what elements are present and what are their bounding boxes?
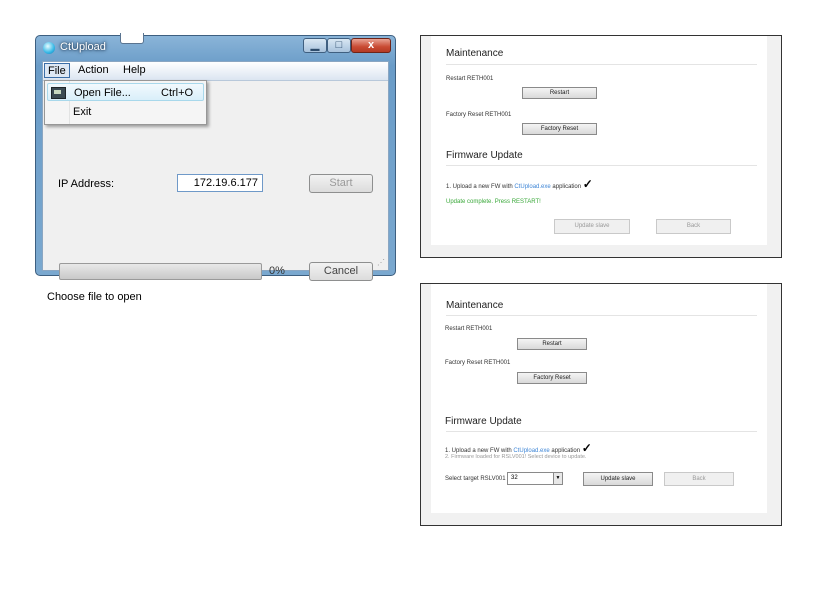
upload-prefix: 1. Upload a new FW with	[446, 184, 515, 190]
app-icon	[43, 42, 55, 54]
menu-action[interactable]: Action	[75, 63, 112, 78]
restart-button[interactable]: Restart	[522, 87, 597, 99]
upload-suffix: application	[550, 184, 582, 190]
target-select[interactable]: 32 ▼	[507, 472, 563, 485]
divider	[446, 165, 757, 166]
firmware-loaded-message: 2. Firmware loaded for RSLV001! Select d…	[445, 454, 587, 460]
status-bar-text: Choose file to open	[47, 291, 142, 303]
back-button[interactable]: Back	[656, 219, 731, 234]
restart-label: Restart RETH001	[445, 326, 493, 332]
divider	[446, 315, 757, 316]
divider	[446, 431, 757, 432]
ip-address-label: IP Address:	[58, 178, 115, 190]
minimize-button[interactable]: ▁	[303, 38, 327, 53]
open-file-label: Open File...	[74, 87, 131, 99]
firmware-update-heading: Firmware Update	[446, 150, 523, 161]
factory-reset-button[interactable]: Factory Reset	[517, 372, 587, 384]
maintenance-heading: Maintenance	[446, 300, 504, 311]
panel-content: Maintenance Restart RETH001 Restart Fact…	[431, 284, 767, 513]
menu-bar: File Action Help	[43, 62, 388, 81]
checkmark-icon: ✓	[581, 441, 592, 455]
progress-percent: 0%	[269, 265, 285, 277]
menu-file[interactable]: File	[44, 63, 70, 78]
ctupload-link[interactable]: CtUpload.exe	[514, 184, 550, 190]
back-button[interactable]: Back	[664, 472, 734, 486]
menu-item-exit[interactable]: Exit	[47, 103, 204, 121]
close-button[interactable]: x	[351, 38, 391, 53]
progress-bar	[59, 263, 262, 280]
target-select-value: 32	[511, 475, 518, 481]
exit-label: Exit	[73, 106, 92, 118]
open-file-shortcut: Ctrl+O	[161, 87, 194, 99]
upload-instruction: 1. Upload a new FW with CtUpload.exe app…	[446, 177, 593, 191]
panel-content: Maintenance Restart RETH001 Restart Fact…	[431, 36, 767, 245]
update-complete-message: Update complete. Press RESTART!	[446, 199, 541, 205]
maintenance-heading: Maintenance	[446, 48, 504, 59]
start-button[interactable]: Start	[309, 174, 373, 193]
menu-help[interactable]: Help	[120, 63, 149, 78]
factory-reset-label: Factory Reset RETH001	[445, 360, 511, 366]
open-file-icon	[51, 87, 66, 99]
close-icon: x	[367, 39, 375, 51]
divider	[446, 64, 757, 65]
resize-grip-icon[interactable]: ⋰	[377, 258, 385, 267]
cancel-button[interactable]: Cancel	[309, 262, 373, 281]
ctupload-window: CtUpload ▁ □ x File Action Help Open Fil…	[35, 33, 396, 303]
maximize-icon: □	[335, 39, 343, 51]
ip-address-input[interactable]: 172.19.6.177	[177, 174, 263, 192]
web-panel-select-target: Maintenance Restart RETH001 Restart Fact…	[420, 283, 782, 526]
file-menu-dropdown: Open File... Ctrl+O Exit	[44, 80, 207, 125]
dropdown-arrow-icon: ▼	[553, 473, 562, 484]
web-panel-update-complete: Maintenance Restart RETH001 Restart Fact…	[420, 35, 782, 258]
firmware-update-heading: Firmware Update	[445, 416, 522, 427]
window-title: CtUpload	[60, 41, 106, 53]
upload-instruction: 1. Upload a new FW with CtUpload.exe app…	[445, 441, 592, 455]
update-slave-button[interactable]: Update slave	[583, 472, 653, 486]
factory-reset-button[interactable]: Factory Reset	[522, 123, 597, 135]
window-client-area: File Action Help Open File... Ctrl+O Exi…	[42, 61, 389, 303]
window-tab-handle	[120, 33, 144, 44]
menu-item-open-file[interactable]: Open File... Ctrl+O	[47, 83, 204, 101]
factory-reset-label: Factory Reset RETH001	[446, 112, 512, 118]
restart-button[interactable]: Restart	[517, 338, 587, 350]
update-slave-button[interactable]: Update slave	[554, 219, 630, 234]
maximize-button[interactable]: □	[327, 38, 351, 53]
minimize-icon: ▁	[310, 39, 320, 51]
select-target-label: Select target RSLV001	[445, 476, 506, 482]
restart-label: Restart RETH001	[446, 76, 494, 82]
checkmark-icon: ✓	[582, 177, 593, 191]
